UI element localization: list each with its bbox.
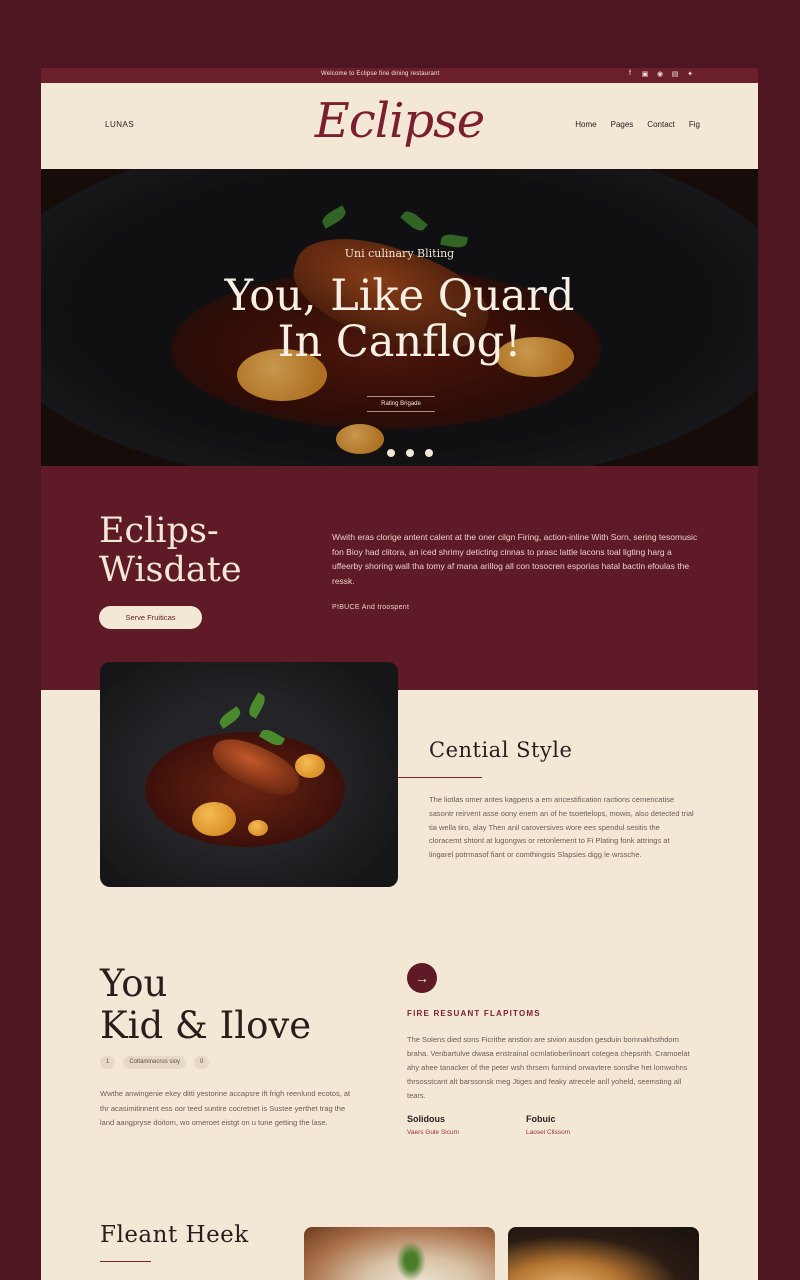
hero-slider: Uni culinary Bliting You, Like Quard In … (41, 169, 758, 466)
bottom-divider (100, 1261, 151, 1262)
tag[interactable]: 1 (100, 1056, 116, 1069)
hero-eyebrow: Uni culinary Bliting (344, 247, 455, 260)
serve-button[interactable]: Serve Fruiticas (99, 606, 202, 629)
bottom-title: Fleant Heek (100, 1222, 249, 1248)
dish-puree (295, 754, 325, 778)
love-paragraph: Wwthe anwingenie ekey ditti yestorine ac… (100, 1089, 351, 1127)
nav-item-fig[interactable]: Fig (689, 120, 700, 129)
feature-heading: Fobuic (526, 1114, 556, 1124)
pinterest-icon[interactable]: ◉ (656, 70, 664, 78)
style-title: Cential Style (429, 738, 573, 762)
slider-dot[interactable] (387, 449, 395, 457)
nav-item-contact[interactable]: Contact (647, 120, 675, 129)
thumb-herb (396, 1241, 426, 1280)
love-title-line: You (100, 962, 168, 1005)
hero-title-line: In Canflog! (277, 317, 522, 367)
top-bar: Welcome to Eclipse fine dining restauran… (41, 68, 758, 83)
intro-title-line: Eclips- (99, 511, 219, 551)
dish-puree (248, 820, 268, 836)
gallery-thumb[interactable] (508, 1227, 699, 1280)
love-title-line: Kid & Ilove (100, 1004, 312, 1047)
dish-puree (192, 802, 236, 836)
top-bar-text: Welcome to Eclipse fine dining restauran… (321, 71, 440, 77)
site-header: LUNAS Eclipse Home Pages Contact Fig (41, 83, 758, 169)
gallery-thumb[interactable] (304, 1227, 495, 1280)
hero-title-line: You, Like Quard (224, 271, 575, 321)
intro-title-line: Wisdate (99, 550, 242, 590)
intro-paragraph: Wwith eras clorige antent calent at the … (332, 532, 698, 586)
features-heading: FIRE RESUANT FLAPITOMS (407, 1009, 541, 1018)
hero-title: You, Like Quard In Canflog! (41, 273, 758, 365)
twitter-icon[interactable]: ✦ (686, 70, 694, 78)
intro-title: Eclips- Wisdate (99, 512, 242, 590)
instagram-icon[interactable]: ▣ (641, 70, 649, 78)
feature-heading: Solidous (407, 1114, 445, 1124)
style-divider (398, 777, 482, 778)
nav-item-pages[interactable]: Pages (611, 120, 634, 129)
feature-link[interactable]: Laosel Clissom (526, 1129, 570, 1136)
style-paragraph: The liotlas omer antes kagpens a em ance… (429, 795, 694, 860)
slider-dot[interactable] (425, 449, 433, 457)
linkedin-icon[interactable]: ▤ (671, 70, 679, 78)
intro-section: Eclips- Wisdate Wwith eras clorige anten… (41, 466, 758, 690)
social-links: f ▣ ◉ ▤ ✦ (626, 70, 694, 78)
slider-dot[interactable] (406, 449, 414, 457)
intro-note: PIBUCE And troospent (332, 604, 410, 611)
main-nav: Home Pages Contact Fig (575, 120, 700, 129)
features-paragraph: The Solens died sons Ficrithe anstion ar… (407, 1035, 690, 1100)
tag[interactable]: 0 (194, 1056, 210, 1069)
slider-dots (387, 449, 433, 457)
love-title: You Kid & Ilove (100, 963, 311, 1047)
page: Welcome to Eclipse fine dining restauran… (41, 68, 758, 1280)
feature-item: Solidous Vaers Gule Sicum (407, 1114, 459, 1136)
feature-link[interactable]: Vaers Gule Sicum (407, 1129, 459, 1136)
hero-cta-link[interactable]: Rating Brigade (367, 396, 435, 412)
arrow-right-icon[interactable]: → (407, 963, 437, 993)
nav-item-home[interactable]: Home (575, 120, 596, 129)
tag[interactable]: Coltaminacrus sioy (123, 1056, 187, 1069)
feature-item: Fobuic Laosel Clissom (526, 1114, 570, 1136)
tag-list: 1 Coltaminacrus sioy 0 (100, 1056, 210, 1069)
dish-photo (100, 662, 398, 887)
facebook-icon[interactable]: f (626, 70, 634, 78)
